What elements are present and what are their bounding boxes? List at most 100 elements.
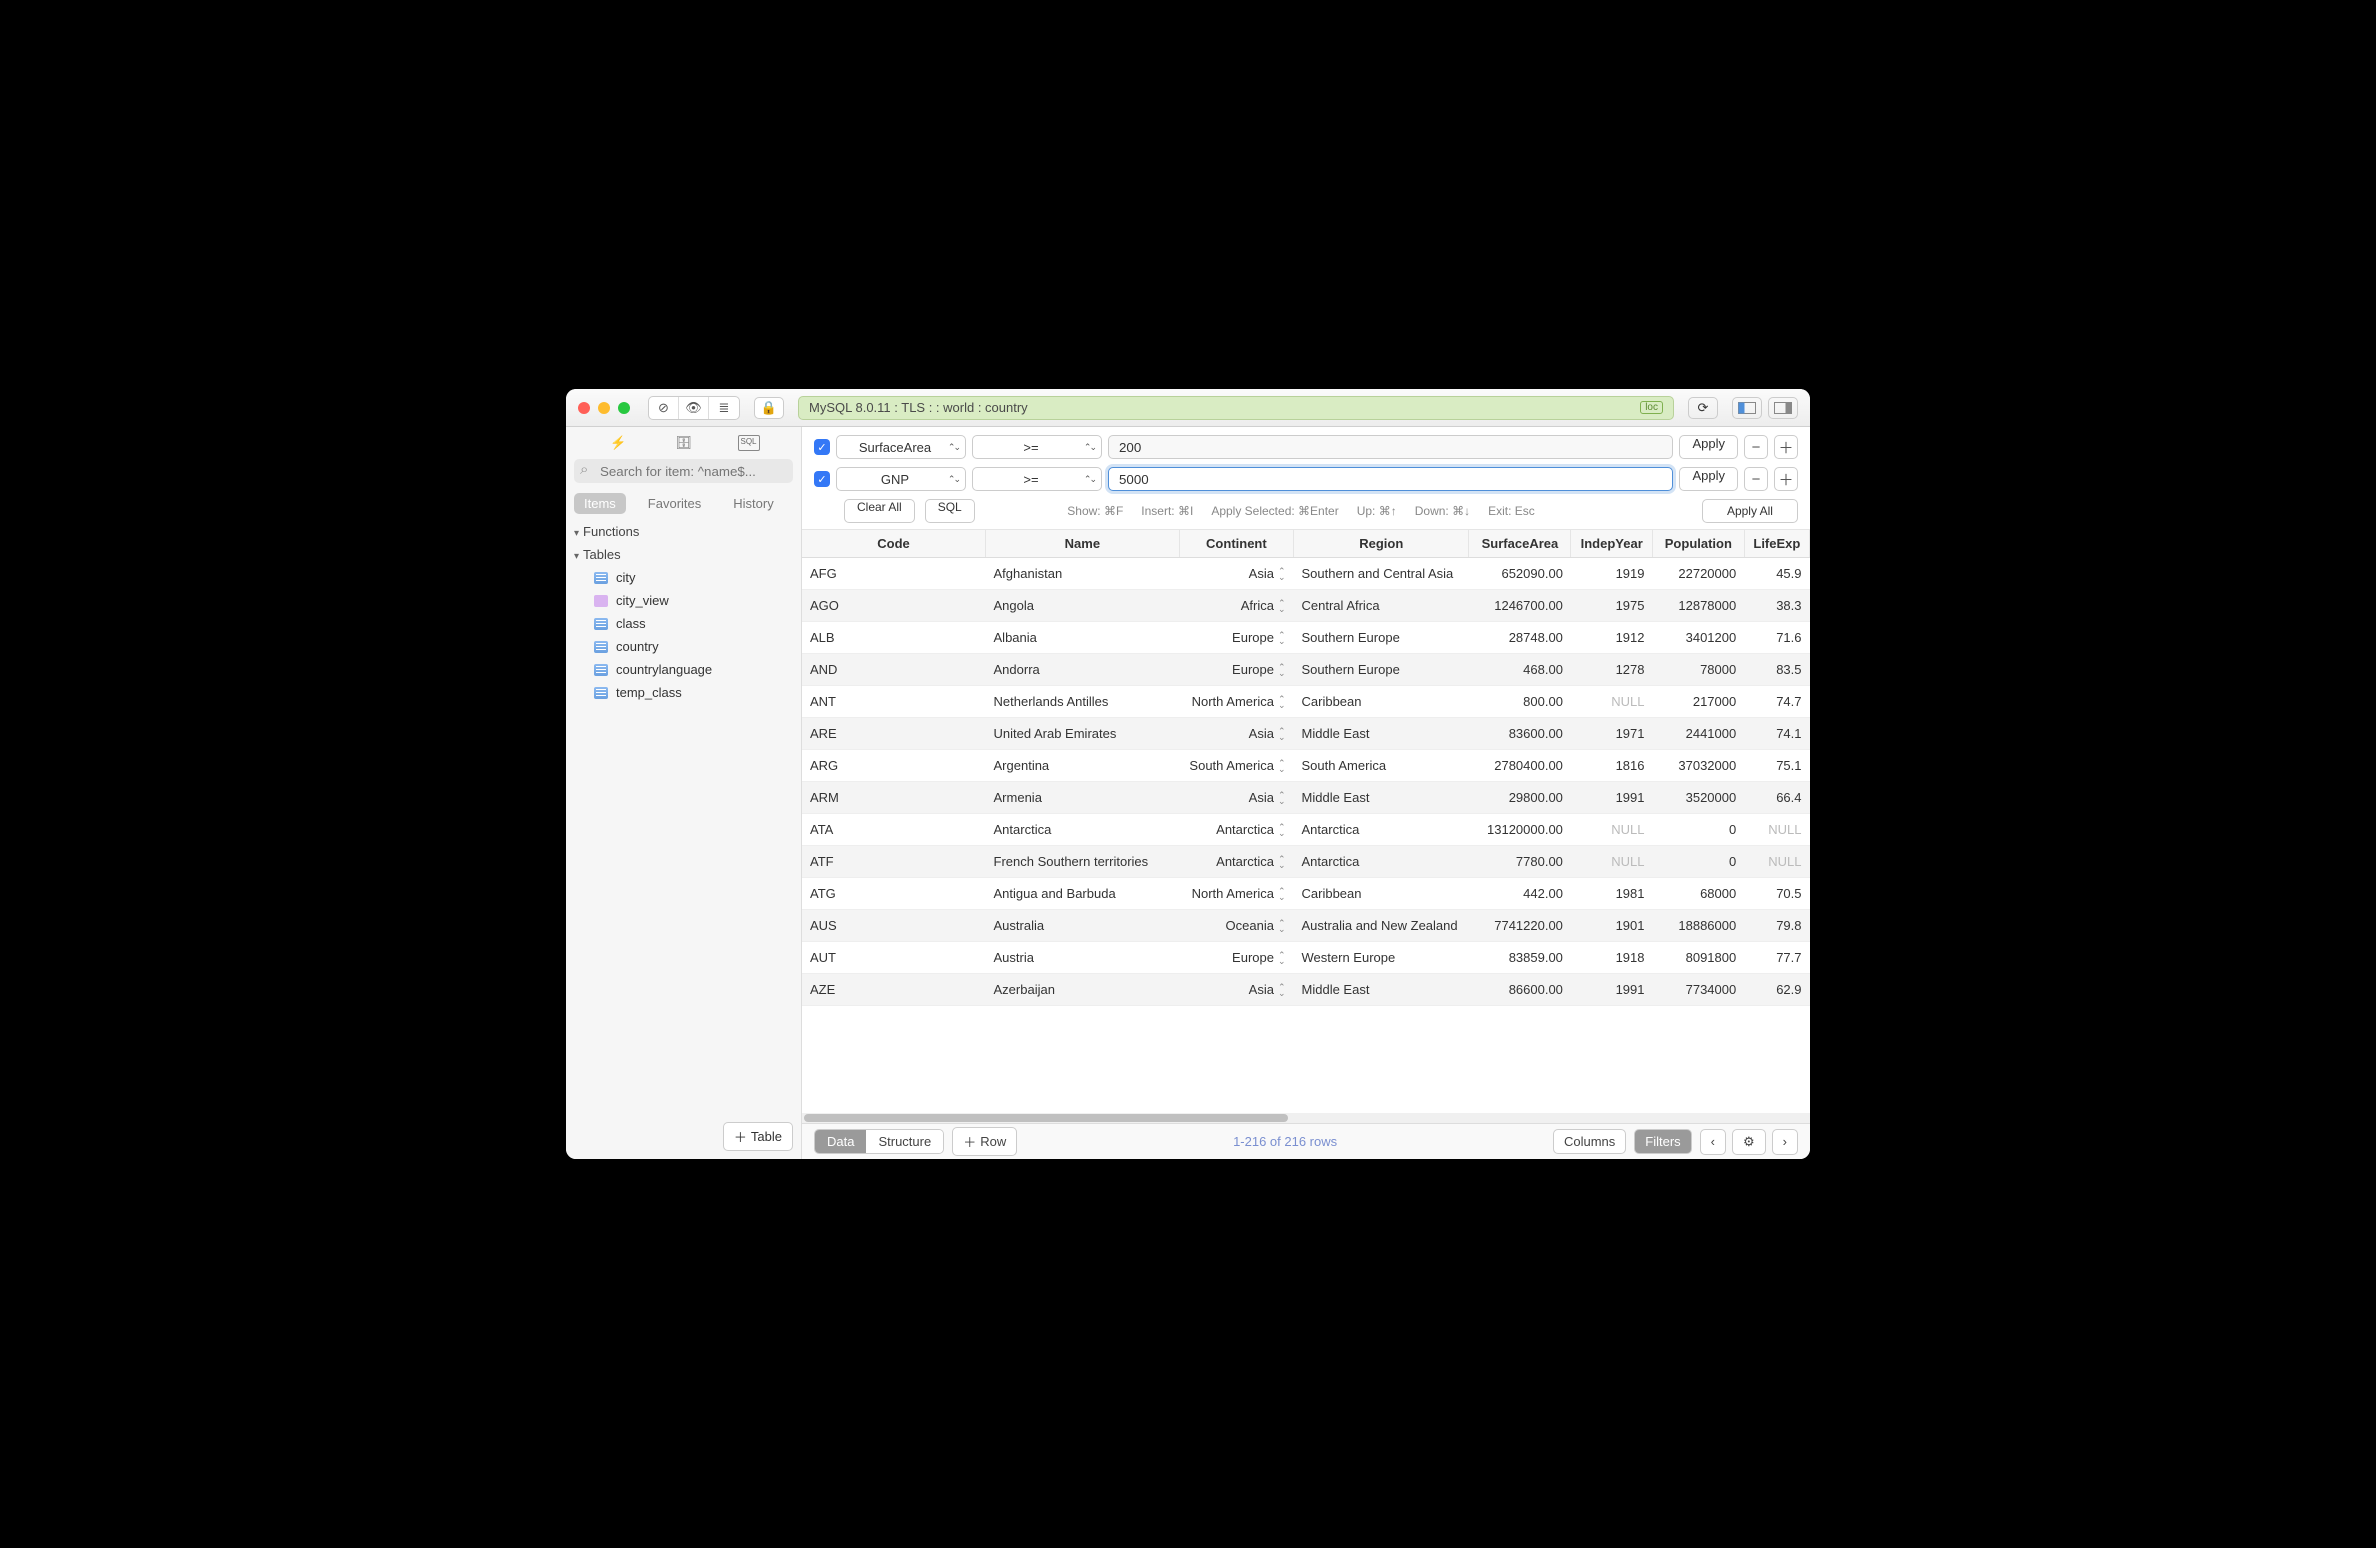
cell-surfacearea[interactable]: 442.00 [1469,878,1571,910]
sql-button[interactable]: SQL [925,499,975,523]
cell-population[interactable]: 2441000 [1652,718,1744,750]
table-row[interactable]: ATAAntarcticaAntarctica⌃⌄Antarctica13120… [802,814,1810,846]
cell-region[interactable]: Western Europe [1294,942,1469,974]
cell-name[interactable]: Azerbaijan [986,974,1180,1006]
cell-indepyear[interactable]: 1981 [1571,878,1653,910]
cell-continent[interactable]: Europe⌃⌄ [1179,654,1293,686]
sidebar-item-country[interactable]: country [594,635,801,658]
data-tab[interactable]: Data [815,1130,866,1153]
filter-checkbox[interactable]: ✓ [814,439,830,455]
left-panel-toggle[interactable] [1732,397,1762,419]
cell-name[interactable]: Afghanistan [986,558,1180,590]
cell-continent[interactable]: Europe⌃⌄ [1179,622,1293,654]
cell-surfacearea[interactable]: 2780400.00 [1469,750,1571,782]
table-row[interactable]: ATFFrench Southern territoriesAntarctica… [802,846,1810,878]
cell-indepyear[interactable]: 1278 [1571,654,1653,686]
cell-region[interactable]: Southern Europe [1294,654,1469,686]
cell-lifeexp[interactable]: 62.9 [1744,974,1809,1006]
cell-name[interactable]: Austria [986,942,1180,974]
cell-lifeexp[interactable]: 79.8 [1744,910,1809,942]
cell-code[interactable]: ARE [802,718,986,750]
right-panel-toggle[interactable] [1768,397,1798,419]
cell-code[interactable]: ATG [802,878,986,910]
cell-population[interactable]: 22720000 [1652,558,1744,590]
cell-population[interactable]: 3520000 [1652,782,1744,814]
cell-continent[interactable]: Asia⌃⌄ [1179,782,1293,814]
cell-lifeexp[interactable]: 66.4 [1744,782,1809,814]
table-row[interactable]: AZEAzerbaijanAsia⌃⌄Middle East86600.0019… [802,974,1810,1006]
cell-code[interactable]: ARG [802,750,986,782]
column-header-indepyear[interactable]: IndepYear [1571,530,1653,558]
cell-continent[interactable]: Asia⌃⌄ [1179,974,1293,1006]
filter-op-select[interactable]: >= [972,467,1102,491]
sidebar-item-city_view[interactable]: city_view [594,589,801,612]
structure-tab[interactable]: Structure [866,1130,943,1153]
cell-region[interactable]: Central Africa [1294,590,1469,622]
cell-indepyear[interactable]: NULL [1571,814,1653,846]
cell-surfacearea[interactable]: 7741220.00 [1469,910,1571,942]
cell-code[interactable]: AZE [802,974,986,1006]
prev-page-button[interactable]: ‹ [1700,1129,1726,1155]
apply-button[interactable]: Apply [1679,467,1738,491]
cell-population[interactable]: 37032000 [1652,750,1744,782]
next-page-button[interactable]: › [1772,1129,1798,1155]
cell-name[interactable]: French Southern territories [986,846,1180,878]
column-header-region[interactable]: Region [1294,530,1469,558]
cell-lifeexp[interactable]: 77.7 [1744,942,1809,974]
cell-region[interactable]: South America [1294,750,1469,782]
cell-lifeexp[interactable]: 70.5 [1744,878,1809,910]
table-row[interactable]: ANDAndorraEurope⌃⌄Southern Europe468.001… [802,654,1810,686]
cell-lifeexp[interactable]: NULL [1744,814,1809,846]
cell-population[interactable]: 68000 [1652,878,1744,910]
tables-section[interactable]: Tables [574,547,621,562]
add-filter-button[interactable]: ＋ [1774,467,1798,491]
filter-value-input[interactable] [1108,467,1673,491]
cell-surfacearea[interactable]: 86600.00 [1469,974,1571,1006]
cell-indepyear[interactable]: NULL [1571,686,1653,718]
cell-name[interactable]: Antigua and Barbuda [986,878,1180,910]
apply-button[interactable]: Apply [1679,435,1738,459]
clear-all-button[interactable]: Clear All [844,499,915,523]
cell-lifeexp[interactable]: 45.9 [1744,558,1809,590]
cell-code[interactable]: AFG [802,558,986,590]
lock-icon[interactable]: 🔒 [754,397,784,419]
reload-button[interactable]: ⟳ [1688,397,1718,419]
zoom-window-button[interactable] [618,402,630,414]
cell-continent[interactable]: South America⌃⌄ [1179,750,1293,782]
tab-items[interactable]: Items [574,493,626,514]
table-row[interactable]: AREUnited Arab EmiratesAsia⌃⌄Middle East… [802,718,1810,750]
sidebar-item-countrylanguage[interactable]: countrylanguage [594,658,801,681]
add-row-button[interactable]: ＋ Row [952,1127,1017,1156]
cell-name[interactable]: Argentina [986,750,1180,782]
cell-continent[interactable]: Antarctica⌃⌄ [1179,846,1293,878]
cell-continent[interactable]: Africa⌃⌄ [1179,590,1293,622]
cell-continent[interactable]: Asia⌃⌄ [1179,718,1293,750]
cell-region[interactable]: Caribbean [1294,686,1469,718]
cell-continent[interactable]: Europe⌃⌄ [1179,942,1293,974]
remove-filter-button[interactable]: − [1744,435,1768,459]
cell-indepyear[interactable]: 1991 [1571,782,1653,814]
cell-code[interactable]: AGO [802,590,986,622]
cell-code[interactable]: ALB [802,622,986,654]
data-grid-wrap[interactable]: CodeNameContinentRegionSurfaceAreaIndepY… [802,530,1810,1113]
cell-surfacearea[interactable]: 7780.00 [1469,846,1571,878]
table-row[interactable]: AGOAngolaAfrica⌃⌄Central Africa1246700.0… [802,590,1810,622]
cell-population[interactable]: 7734000 [1652,974,1744,1006]
cell-surfacearea[interactable]: 13120000.00 [1469,814,1571,846]
cell-indepyear[interactable]: 1901 [1571,910,1653,942]
cell-surfacearea[interactable]: 1246700.00 [1469,590,1571,622]
cell-population[interactable]: 217000 [1652,686,1744,718]
cell-surfacearea[interactable]: 800.00 [1469,686,1571,718]
cell-continent[interactable]: Oceania⌃⌄ [1179,910,1293,942]
sidebar-item-city[interactable]: city [594,566,801,589]
functions-section[interactable]: Functions [574,524,639,539]
cell-lifeexp[interactable]: NULL [1744,846,1809,878]
cell-surfacearea[interactable]: 652090.00 [1469,558,1571,590]
cell-region[interactable]: Southern Europe [1294,622,1469,654]
remove-filter-button[interactable]: − [1744,467,1768,491]
cell-population[interactable]: 78000 [1652,654,1744,686]
cell-indepyear[interactable]: 1918 [1571,942,1653,974]
settings-button[interactable]: ⚙ [1732,1129,1766,1155]
column-header-continent[interactable]: Continent [1179,530,1293,558]
filter-field-select[interactable]: SurfaceArea [836,435,966,459]
